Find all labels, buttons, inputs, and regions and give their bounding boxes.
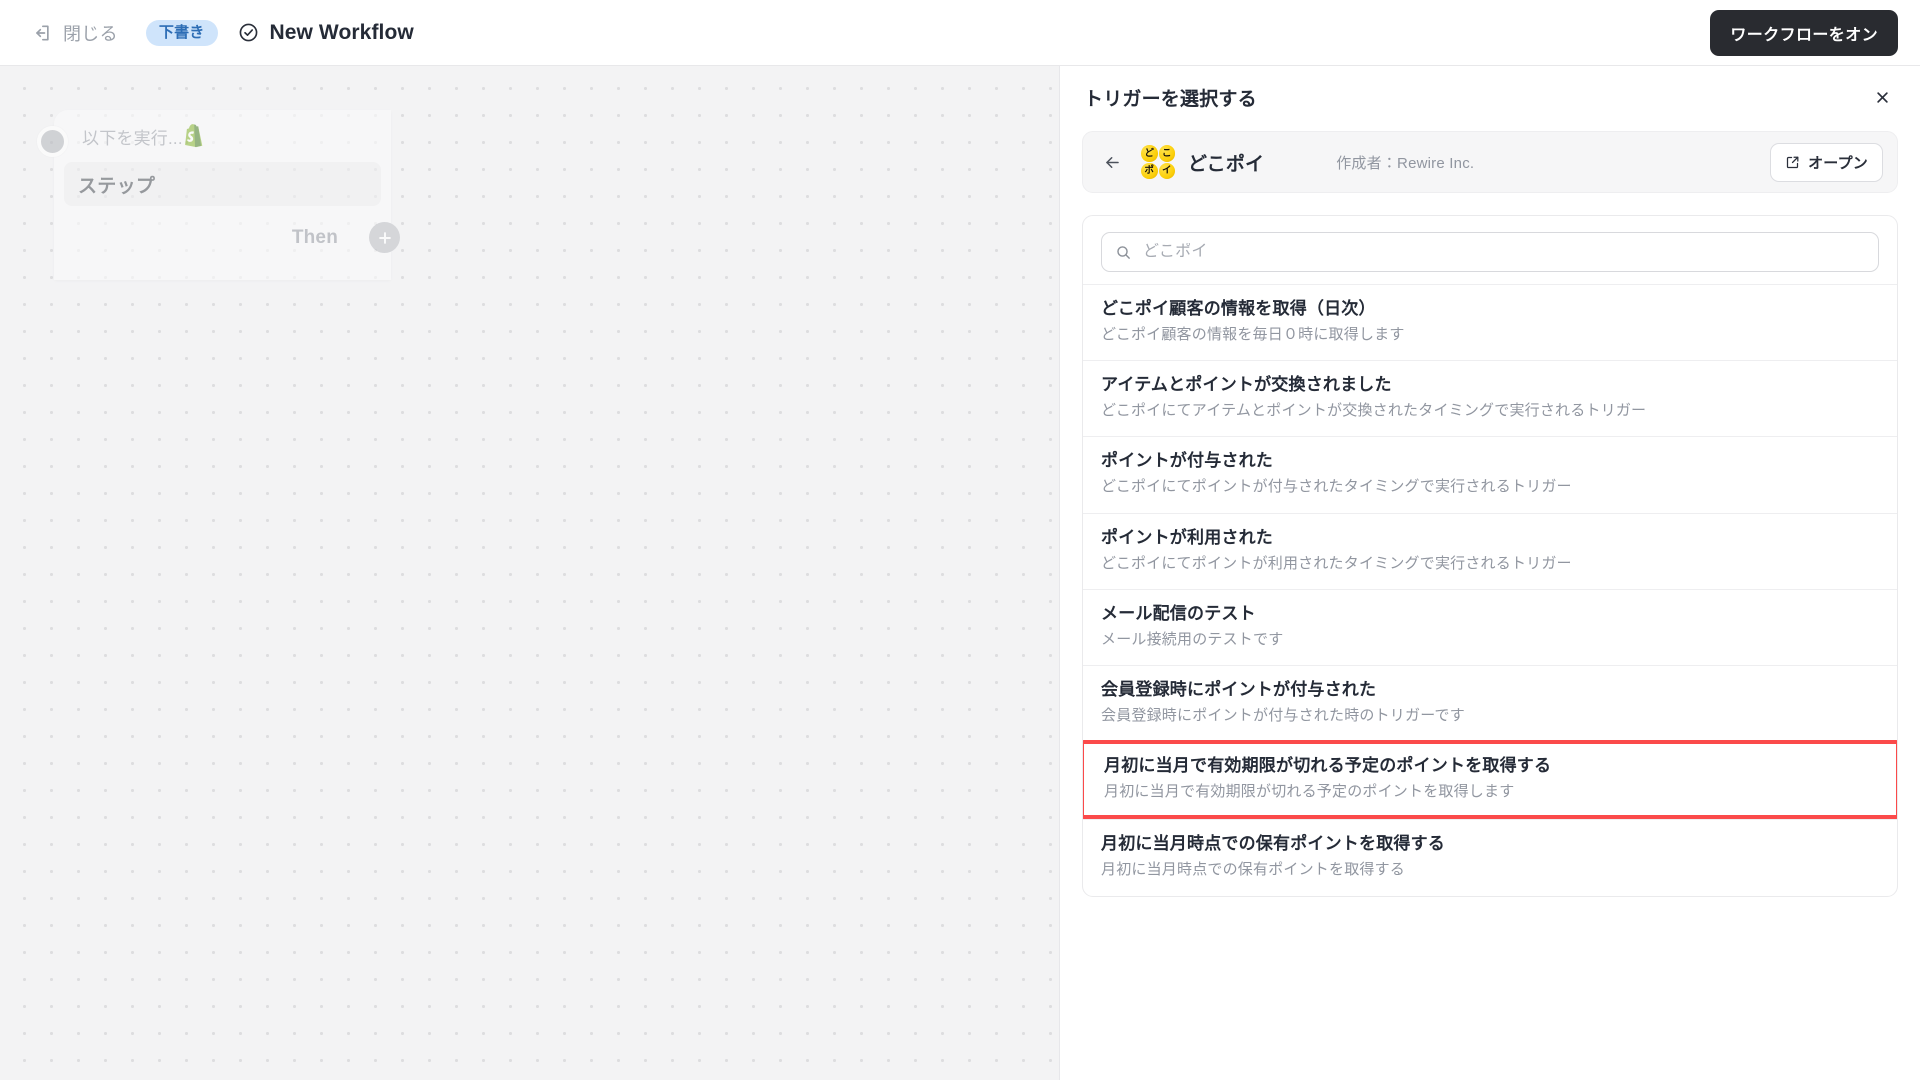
selected-app-row: ど こ ポ イ どこポイ 作成者：Rewire Inc. オープン xyxy=(1082,131,1898,193)
app-author: 作成者：Rewire Inc. xyxy=(1336,154,1475,172)
workflow-step-label: ステップ xyxy=(78,175,156,197)
open-app-button[interactable]: オープン xyxy=(1770,142,1883,182)
trigger-list-item[interactable]: 会員登録時にポイントが付与された会員登録時にポイントが付与された時のトリガーです xyxy=(1083,664,1897,741)
trigger-name: どこポイ顧客の情報を取得（日次） xyxy=(1101,299,1376,318)
external-link-icon xyxy=(1786,156,1799,168)
top-bar: 閉じる 下書き New Workflow ワークフローをオン xyxy=(0,0,1920,66)
workflow-then-row: Then xyxy=(54,206,400,253)
trigger-name: ポイントが利用された xyxy=(1101,527,1273,547)
search-section xyxy=(1083,216,1897,284)
search-icon xyxy=(1117,245,1130,259)
dokopoi-logo-icon: ど こ ポ イ xyxy=(1141,145,1175,179)
trigger-name: アイテムとポイントが交換されました xyxy=(1101,375,1392,395)
top-bar-left-group: 閉じる 下書き New Workflow xyxy=(22,14,414,52)
logo-char-3: ポ xyxy=(1141,162,1158,179)
add-step-button[interactable] xyxy=(369,222,400,253)
panel-header: トリガーを選択する xyxy=(1082,66,1898,128)
close-workflow-button[interactable]: 閉じる xyxy=(22,14,128,52)
trigger-list-card: どこポイ顧客の情報を取得（日次）どこポイ顧客の情報を毎日０時に取得しますアイテム… xyxy=(1082,215,1898,897)
workflow-card-header: 以下を実行... xyxy=(54,110,391,162)
panel-title: トリガーを選択する xyxy=(1084,88,1257,110)
app-name: どこポイ xyxy=(1188,153,1265,175)
workflow-trigger-card[interactable]: 以下を実行... ステップ Then xyxy=(37,110,400,280)
trigger-description: 月初に当月時点での保有ポイントを取得する xyxy=(1101,861,1406,879)
logo-char-2: こ xyxy=(1158,145,1175,162)
close-icon[interactable] xyxy=(1868,83,1896,111)
logo-char-4: イ xyxy=(1158,162,1175,179)
plus-icon xyxy=(378,231,391,244)
trigger-selection-panel: トリガーを選択する ど こ ポ イ どこポイ 作成者：Rewire Inc. オ… xyxy=(1059,66,1920,1080)
open-app-label: オープン xyxy=(1808,154,1868,172)
search-box[interactable] xyxy=(1101,232,1879,272)
arrow-left-icon[interactable] xyxy=(1099,149,1125,175)
top-bar-right-group: ワークフローをオン xyxy=(1710,9,1898,56)
workflow-canvas[interactable]: 以下を実行... ステップ Then xyxy=(0,66,1059,1080)
trigger-name: 会員登録時にポイントが付与された xyxy=(1101,679,1377,699)
trigger-description: どこポイにてポイントが利用されたタイミングで実行されるトリガー xyxy=(1101,554,1572,572)
trigger-list-item[interactable]: メール配信のテストメール接続用のテストです xyxy=(1083,588,1897,665)
trigger-description: 会員登録時にポイントが付与された時のトリガーです xyxy=(1101,706,1465,724)
trigger-list-item[interactable]: アイテムとポイントが交換されましたどこポイにてアイテムとポイントが交換されたタイ… xyxy=(1083,360,1897,436)
trigger-list-item[interactable]: どこポイ顧客の情報を取得（日次） どこポイ顧客の情報を毎日０時に取得します xyxy=(1083,284,1897,360)
trigger-description: どこポイにてポイントが付与されたタイミングで実行されるトリガー xyxy=(1101,478,1572,496)
trigger-description: メール接続用のテストです xyxy=(1101,630,1284,648)
search-input[interactable] xyxy=(1143,243,1865,261)
trigger-description: どこポイにてアイテムとポイントが交換されたタイミングで実行されるトリガー xyxy=(1101,402,1647,420)
trigger-name: ポイントが付与された xyxy=(1101,451,1273,471)
trigger-description: どこポイ顧客の情報を毎日０時に取得します xyxy=(1101,325,1405,343)
check-circle-icon xyxy=(238,22,259,43)
trigger-list-item[interactable]: 月初に当月で有効期限が切れる予定のポイントを取得する 月初に当月で有効期限が切れる… xyxy=(1083,740,1897,820)
trigger-list-item[interactable]: 月初に当月時点での保有ポイントを取得する 月初に当月時点での保有ポイントを取得する xyxy=(1083,819,1897,895)
trigger-name: メール配信のテスト xyxy=(1101,603,1256,623)
workflow-title-group: New Workflow xyxy=(238,21,414,45)
workflow-step-row[interactable]: ステップ xyxy=(64,162,381,206)
shopify-icon xyxy=(183,124,205,148)
draft-status-badge: 下書き xyxy=(145,19,218,46)
trigger-name: 月初に当月時点での保有ポイントを取得する xyxy=(1101,834,1445,854)
workflow-card-header-label: 以下を実行... xyxy=(82,128,183,148)
activate-workflow-button[interactable]: ワークフローをオン xyxy=(1710,9,1898,56)
close-workflow-label: 閉じる xyxy=(63,23,118,44)
trigger-name: 月初に当月で有効期限が切れる予定のポイントを取得する xyxy=(1104,756,1552,776)
trigger-list-item[interactable]: ポイントが利用されたどこポイにてポイントが利用されたタイミングで実行されるトリガ… xyxy=(1083,512,1897,589)
logo-char-1: ど xyxy=(1141,145,1158,162)
node-dot-icon xyxy=(37,126,68,157)
trigger-description: 月初に当月で有効期限が切れる予定のポイントを取得します xyxy=(1104,783,1515,801)
page-title: New Workflow xyxy=(269,20,414,44)
exit-icon xyxy=(32,23,52,43)
trigger-list: どこポイ顧客の情報を取得（日次） どこポイ顧客の情報を毎日０時に取得します アイテム… xyxy=(1083,284,1897,896)
then-label: Then xyxy=(291,226,338,248)
trigger-list-item[interactable]: ポイントが付与されたどこポイにてポイントが付与されたタイミングで実行されるトリガ… xyxy=(1083,436,1897,512)
